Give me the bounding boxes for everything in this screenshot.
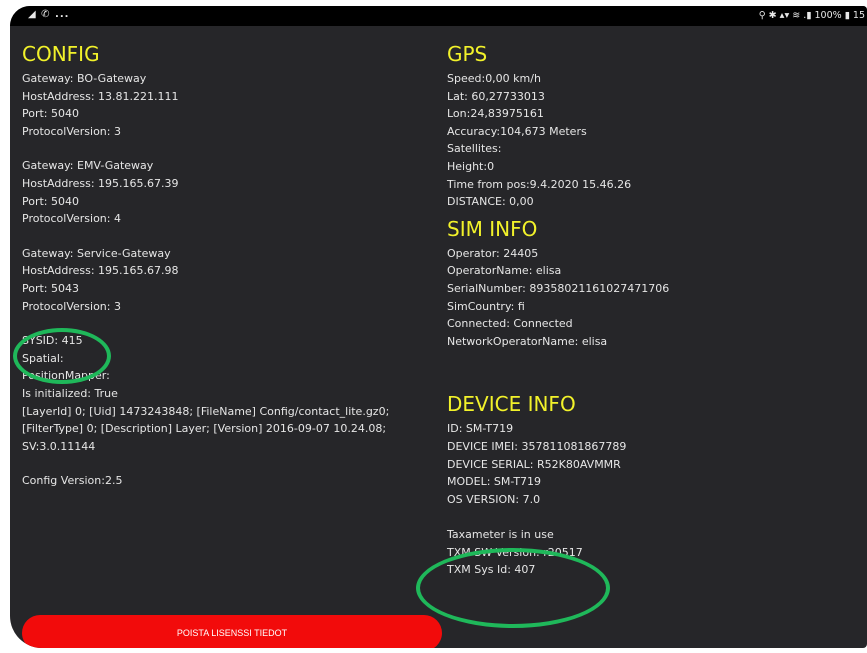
- device-info: ID: SM-T719 DEVICE IMEI: 357811081867789…: [447, 420, 857, 508]
- layer-info: [LayerId] 0; [Uid] 1473243848; [FileName…: [22, 404, 390, 453]
- status-bar: ◢ ✆ ... ⚲ ✱ ▴▾ ≋ .▮ 100% ▮ 15: [10, 6, 867, 26]
- config-title: CONFIG: [22, 42, 100, 66]
- gateway-protocol: ProtocolVersion: 3: [22, 299, 121, 313]
- gps-speed: Speed:0,00 km/h: [447, 72, 541, 85]
- taxameter-status: Taxameter is in use: [447, 528, 554, 542]
- config-panel: CONFIG Gateway: BO-Gateway HostAddress: …: [22, 42, 432, 490]
- sim-title: SIM INFO: [447, 216, 538, 241]
- gateway-port: Port: 5043: [22, 281, 80, 295]
- gps-accuracy: Accuracy:104,673 Meters: [447, 124, 587, 138]
- sim-operator-name: OperatorName: elisa: [447, 264, 562, 278]
- sim-operator: Operator: 24405: [447, 246, 539, 260]
- sim-network-operator: NetworkOperatorName: elisa: [447, 334, 608, 348]
- taxameter-highlight-circle: [416, 548, 610, 628]
- initialized-status: Is initialized: True: [22, 386, 118, 400]
- device-imei: DEVICE IMEI: 357811081867789: [447, 439, 627, 453]
- gateway-port: Port: 5040: [22, 194, 80, 208]
- gateway-host: HostAddress: 195.165.67.39: [22, 176, 179, 190]
- gateway-host: HostAddress: 13.81.221.111: [22, 89, 179, 103]
- gateway-protocol: ProtocolVersion: 4: [22, 212, 121, 226]
- sysid-highlight-circle: [13, 328, 111, 384]
- status-bar-notification-icons: ◢ ✆ ...: [28, 9, 70, 20]
- gateway-name: Gateway: BO-Gateway: [22, 72, 147, 85]
- info-panel: GPS Speed:0,00 km/h Lat: 60,27733013 Lon…: [447, 42, 857, 579]
- gateway-host: HostAddress: 195.165.67.98: [22, 264, 179, 278]
- device-title: DEVICE INFO: [447, 392, 576, 417]
- status-bar-system-icons: ⚲ ✱ ▴▾ ≋ .▮ 100% ▮ 15: [758, 10, 865, 21]
- gps-distance: DISTANCE: 0,00: [447, 195, 534, 209]
- device-os-version: OS VERSION: 7.0: [447, 492, 541, 506]
- device-id: ID: SM-T719: [447, 422, 514, 436]
- device-serial: DEVICE SERIAL: R52K80AVMMR: [447, 457, 621, 471]
- device-screen: ◢ ✆ ... ⚲ ✱ ▴▾ ≋ .▮ 100% ▮ 15 CONFIG Gat…: [10, 6, 867, 648]
- gateway-emv: Gateway: EMV-Gateway HostAddress: 195.16…: [22, 157, 432, 227]
- sim-info: Operator: 24405 OperatorName: elisa Seri…: [447, 245, 857, 351]
- gps-lat: Lat: 60,27733013: [447, 89, 545, 103]
- sim-connected: Connected: Connected: [447, 317, 573, 331]
- gps-time: Time from pos:9.4.2020 15.46.26: [447, 177, 632, 191]
- gateway-bo: Gateway: BO-Gateway HostAddress: 13.81.2…: [22, 70, 432, 140]
- gateway-protocol: ProtocolVersion: 3: [22, 124, 121, 138]
- gps-height: Height:0: [447, 159, 495, 173]
- gateway-name: Gateway: EMV-Gateway: [22, 159, 154, 173]
- device-model: MODEL: SM-T719: [447, 475, 542, 489]
- gps-info: Speed:0,00 km/h Lat: 60,27733013 Lon:24,…: [447, 70, 857, 211]
- delete-license-button[interactable]: POISTA LISENSSI TIEDOT: [22, 615, 442, 648]
- config-version: Config Version:2.5: [22, 474, 123, 488]
- sim-serial: SerialNumber: 89358021161027471706: [447, 281, 670, 295]
- gateway-name: Gateway: Service-Gateway: [22, 246, 171, 260]
- sim-country: SimCountry: fi: [447, 299, 525, 313]
- gps-satellites: Satellites:: [447, 142, 502, 156]
- gps-lon: Lon:24,83975161: [447, 107, 544, 121]
- gateway-port: Port: 5040: [22, 107, 80, 121]
- gps-title: GPS: [447, 42, 488, 66]
- gateway-service: Gateway: Service-Gateway HostAddress: 19…: [22, 245, 432, 315]
